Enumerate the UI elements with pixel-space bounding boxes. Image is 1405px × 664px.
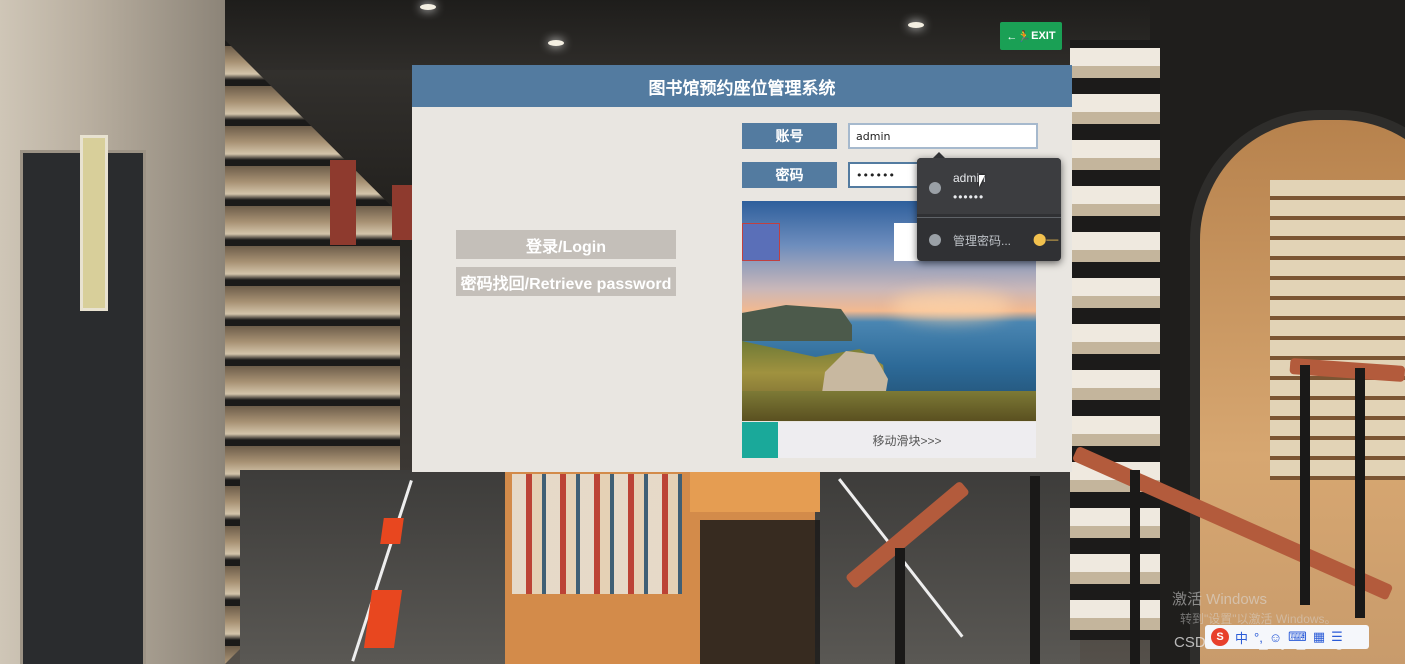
captcha-puzzle-piece	[742, 223, 780, 261]
ime-emoji-icon[interactable]: ☺	[1269, 630, 1282, 645]
right-bookshelf	[1070, 40, 1160, 640]
exit-sign: ←🏃 EXIT	[1000, 22, 1062, 50]
password-autofill-popup: admin •••••• 管理密码... ⬤―	[917, 152, 1061, 261]
ime-keyboard-icon[interactable]: ⌨	[1288, 629, 1307, 645]
system-title: 图书馆预约座位管理系统	[412, 65, 1072, 107]
saved-password-mask: ••••••	[953, 190, 985, 204]
slider-hint: 移动滑块>>>	[872, 433, 942, 448]
sunset-glow	[892, 291, 1012, 321]
mouse-cursor-icon	[979, 175, 985, 187]
ime-chinese-mode[interactable]: 中	[1235, 628, 1248, 647]
rail-post	[895, 548, 905, 664]
password-label: 密码	[742, 162, 837, 188]
captcha-slider-track[interactable]: 移动滑块>>>	[742, 422, 1036, 458]
rail-post	[1130, 470, 1140, 664]
ime-toolbox-icon[interactable]: ▦	[1313, 629, 1325, 645]
red-banner	[330, 160, 356, 245]
account-input[interactable]	[848, 123, 1038, 149]
book-stacks	[512, 474, 682, 594]
ime-menu-icon[interactable]: ☰	[1331, 629, 1343, 645]
retrieve-password-button[interactable]: 密码找回/Retrieve password	[456, 267, 676, 296]
door-window	[80, 135, 108, 311]
ceiling-light	[908, 22, 924, 28]
rail-post	[1300, 365, 1310, 605]
saved-credential-item[interactable]: admin ••••••	[917, 158, 1061, 214]
manage-passwords-link[interactable]: 管理密码...	[953, 232, 1011, 249]
login-panel: 图书馆预约座位管理系统 登录/Login 密码找回/Retrieve passw…	[412, 65, 1072, 472]
arch-bookshelf	[1270, 180, 1405, 480]
globe-icon	[929, 182, 941, 194]
ceiling-light	[420, 4, 436, 10]
table-top	[690, 472, 820, 512]
rail-post	[1355, 368, 1365, 618]
ceiling-light	[548, 40, 564, 46]
popup-divider	[917, 217, 1061, 218]
grass	[742, 391, 1036, 421]
rail-post	[1030, 476, 1040, 664]
account-label: 账号	[742, 123, 837, 149]
activate-windows-watermark: 激活 Windows	[1172, 591, 1268, 608]
exit-arrow-icon: ←🏃	[1006, 30, 1032, 43]
ime-punctuation-icon[interactable]: °,	[1254, 630, 1263, 645]
floor-marker	[380, 518, 404, 544]
key-icon: ⬤―	[1033, 232, 1059, 246]
captcha-slider-handle[interactable]	[742, 422, 778, 458]
sogou-icon[interactable]: S	[1211, 628, 1229, 646]
chair	[700, 520, 820, 664]
distant-cliff	[742, 305, 852, 341]
exit-sign-text: EXIT	[1031, 30, 1056, 42]
login-button[interactable]: 登录/Login	[456, 230, 676, 259]
ime-toolbar[interactable]: S 中 °, ☺ ⌨ ▦ ☰	[1205, 625, 1369, 649]
chrome-icon	[929, 234, 941, 246]
